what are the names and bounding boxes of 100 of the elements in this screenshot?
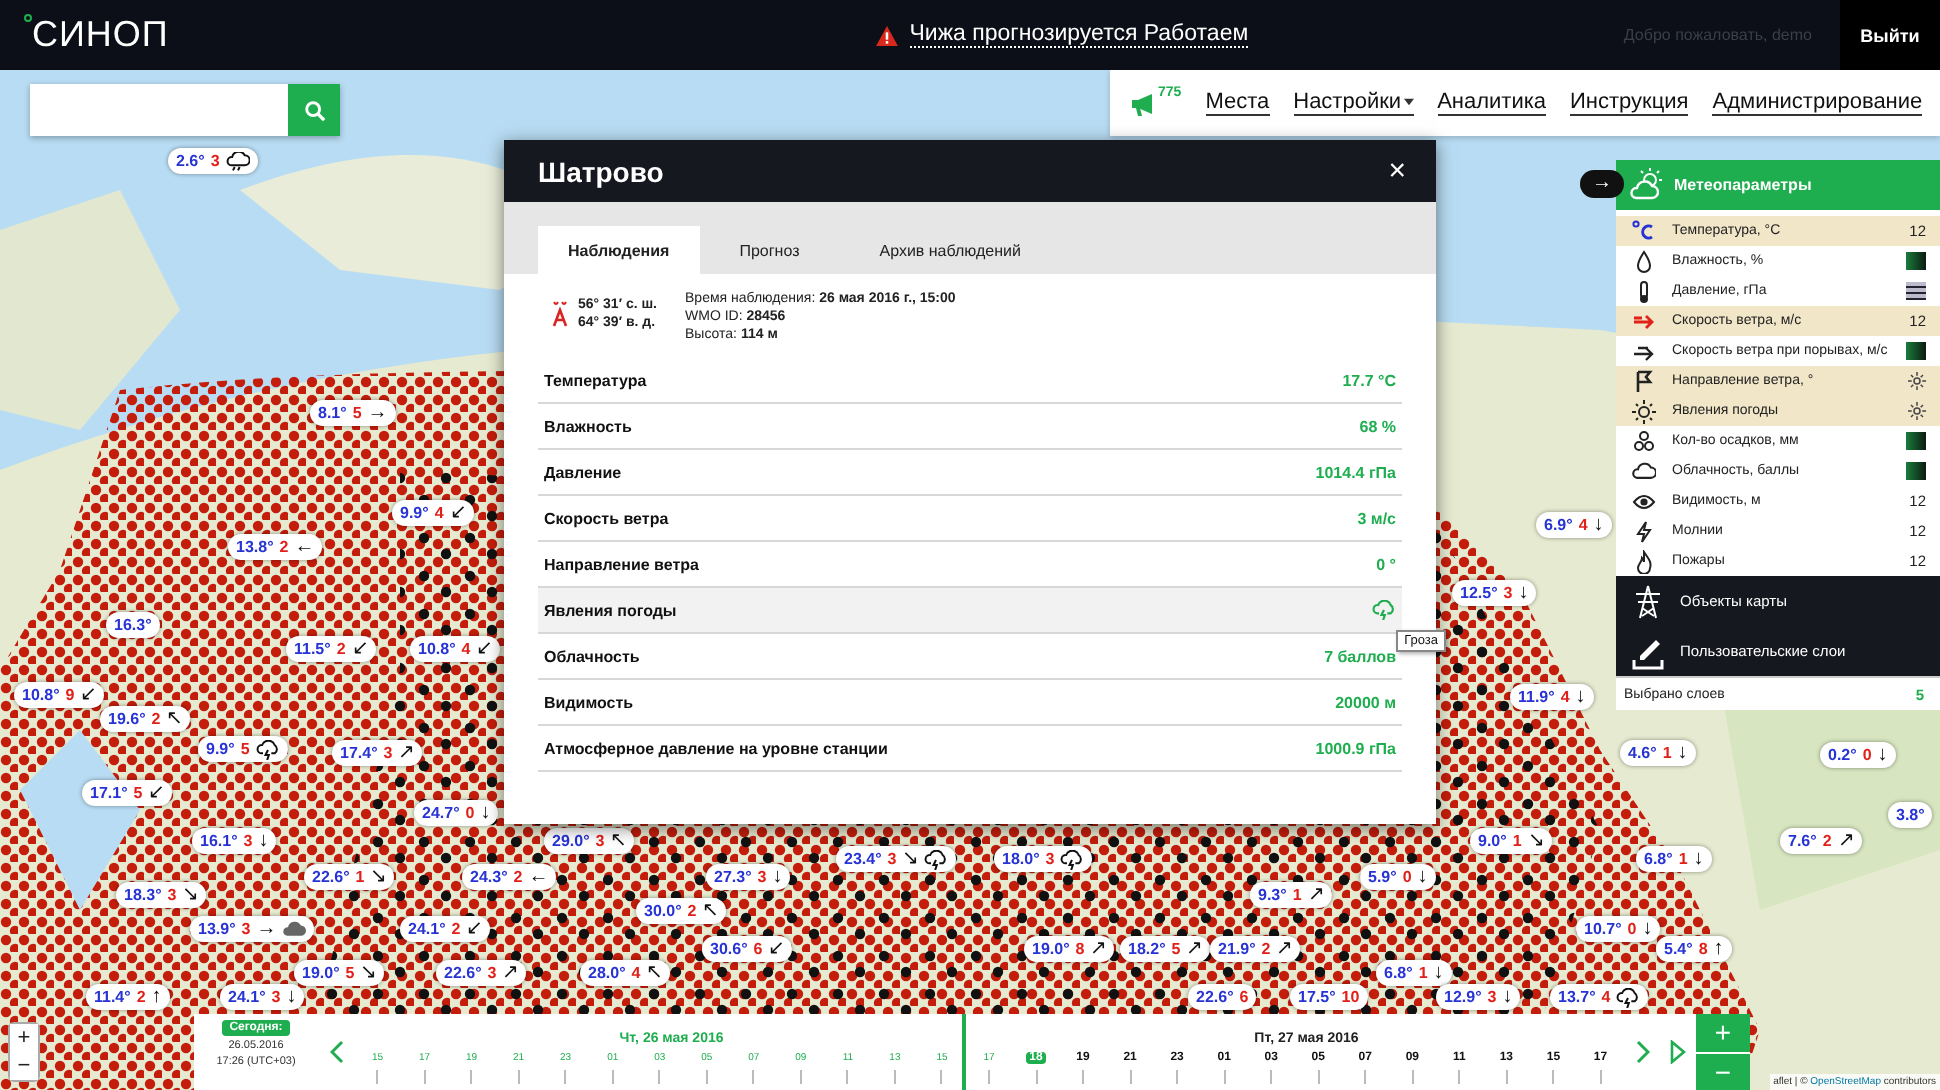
station-label[interactable]: 11.5° 2 ↙ [286,636,376,662]
megaphone-icon[interactable] [1130,91,1158,115]
station-label[interactable]: 12.5° 3 ↓ [1452,580,1537,606]
tab[interactable]: Прогноз [699,226,840,274]
logo[interactable]: СИНОП [32,14,169,56]
alert-link[interactable]: Чижа прогнозируется Работаем [909,22,1249,48]
close-button[interactable]: × [1388,154,1406,188]
collapse-button[interactable]: → [1580,170,1624,198]
station-label[interactable]: 24.1° 2 ↙ [400,916,491,942]
wind-direction-icon: ↖ [610,831,627,851]
temperature-text: 9.9° [206,740,235,758]
nav-link[interactable]: Аналитика [1437,90,1547,116]
station-label[interactable]: 19.0° 8 ↗ [1024,936,1115,962]
wind-speed-text: 3 [241,920,251,938]
station-label[interactable]: 19.6° 2 ↖ [100,706,191,732]
lightning-icon [1632,519,1656,543]
station-label[interactable]: 27.3° 3 ↓ [706,864,791,890]
wind-direction-icon: → [256,919,277,939]
station-label[interactable]: 19.0° 5 ↘ [294,960,385,986]
nav-link[interactable]: Администрирование [1712,90,1923,116]
temperature-text: 30.0° [644,902,682,920]
station-label[interactable]: 13.8° 2 ← [228,534,323,560]
wind-speed-text: 3 [271,988,281,1006]
temperature-text: 5.9° [1368,868,1397,886]
station-label[interactable]: 11.4° 2 ↑ [86,984,170,1010]
tab[interactable]: Архив наблюдений [839,226,1061,274]
station-label[interactable]: 18.3° 3 ↘ [116,882,207,908]
temperature-text: 19.0° [302,964,340,982]
station-label[interactable]: 23.4° 3 ↘ [836,846,957,872]
temperature-text: 17.1° [90,784,128,802]
station-label[interactable]: 18.2° 5 ↗ [1120,936,1211,962]
station-label[interactable]: 17.1° 5 ↙ [82,780,173,806]
row-value: 0 ° [1376,555,1396,573]
wind-direction-icon: ↓ [258,831,269,851]
station-label[interactable]: 9.0° 1 ↘ [1470,828,1552,854]
station-label[interactable]: 24.7° 0 ↓ [414,800,499,826]
station-label[interactable]: 22.6° 1 ↘ [304,864,395,890]
search-button[interactable] [288,84,340,136]
temperature-text: 29.0° [552,832,590,850]
station-label[interactable]: 7.6° 2 ↗ [1780,828,1862,854]
station-label[interactable]: 13.9° 3 → [190,916,315,942]
search-field[interactable] [30,84,288,136]
station-label[interactable]: 8.1° 5 → [310,400,396,426]
wind-direction-icon: ↓ [1502,987,1513,1007]
temperature-text: 11.9° [1518,688,1555,706]
row-value: 7 баллов [1324,647,1396,665]
station-label[interactable]: 24.1° 3 ↓ [220,984,305,1010]
station-label[interactable]: 16.1° 3 ↓ [192,828,277,854]
wind-direction-icon: ↘ [370,867,387,887]
station-label[interactable]: 17.4° 3 ↗ [332,740,423,766]
wind-direction-icon: ↖ [646,963,663,983]
station-label[interactable]: 9.9° 4 ↙ [392,500,474,526]
wind-speed-text: 2 [279,538,289,556]
wind-direction-icon: ↘ [1527,831,1544,851]
station-label[interactable]: 13.7° 4 [1550,984,1649,1010]
current-time-line [962,1014,966,1090]
station-label[interactable]: 10.7° 0 ↓ [1576,916,1661,942]
station-label[interactable]: 22.6° 6 [1188,984,1257,1010]
wind-direction-icon: ↓ [1593,515,1604,535]
station-label[interactable]: 6.8° 1 ↓ [1636,846,1712,872]
station-label[interactable]: 22.6° 3 ↗ [436,960,527,986]
wind-speed-text: 4 [1560,688,1570,706]
station-label[interactable]: 10.8° 4 ↙ [410,636,501,662]
nav-link[interactable]: Места [1205,90,1270,116]
temperature-text: 22.6° [1196,988,1234,1006]
station-label[interactable]: 3.8° [1888,802,1933,828]
station-label[interactable]: 5.4° 8 ↑ [1656,936,1732,962]
station-label[interactable]: 6.8° 1 ↓ [1376,960,1452,986]
temperature-text: 11.4° [94,988,131,1006]
station-label[interactable]: 16.3° [106,612,160,638]
play-icon [1670,1040,1686,1064]
thunderstorm-icon [1372,600,1396,620]
station-label[interactable]: 4.6° 1 ↓ [1620,740,1696,766]
station-label[interactable]: 28.0° 4 ↖ [580,960,671,986]
station-label[interactable]: 2.6° 3 [168,148,258,174]
row-value: 1014.4 гПа [1315,463,1396,481]
station-label[interactable]: 17.5° 10 [1290,984,1368,1010]
wind-direction-icon: ↓ [1693,849,1704,869]
station-label[interactable]: 12.9° 3 ↓ [1436,984,1521,1010]
temperature-text: 22.6° [444,964,482,982]
station-label[interactable]: 9.3° 1 ↗ [1250,882,1332,908]
nav-link[interactable]: Инструкция [1570,90,1689,116]
station-label[interactable]: 0.2° 0 ↓ [1820,742,1896,768]
station-label[interactable]: 29.0° 3 ↖ [544,828,635,854]
wind-speed-text: 3 [757,868,767,886]
station-label[interactable]: 10.8° 9 ↙ [14,682,105,708]
station-label[interactable]: 11.9° 4 ↓ [1510,684,1594,710]
station-label[interactable]: 21.9° 2 ↗ [1210,936,1301,962]
station-label[interactable]: 30.0° 2 ↖ [636,898,727,924]
station-label[interactable]: 24.3° 2 ← [462,864,557,890]
temperature-text: 8.1° [318,404,347,422]
station-marker-icon [552,300,568,328]
tab[interactable]: Наблюдения [538,226,700,274]
nav-link[interactable]: Настройки [1293,90,1414,116]
station-label[interactable]: 18.0° 3 [994,846,1093,872]
station-label[interactable]: 6.9° 4 ↓ [1536,512,1612,538]
station-label[interactable]: 30.6° 6 ↙ [702,936,793,962]
station-label[interactable]: 5.9° 0 ↓ [1360,864,1436,890]
station-label[interactable]: 9.9° 5 [198,736,288,762]
logout-button[interactable]: Выйти [1840,0,1940,70]
